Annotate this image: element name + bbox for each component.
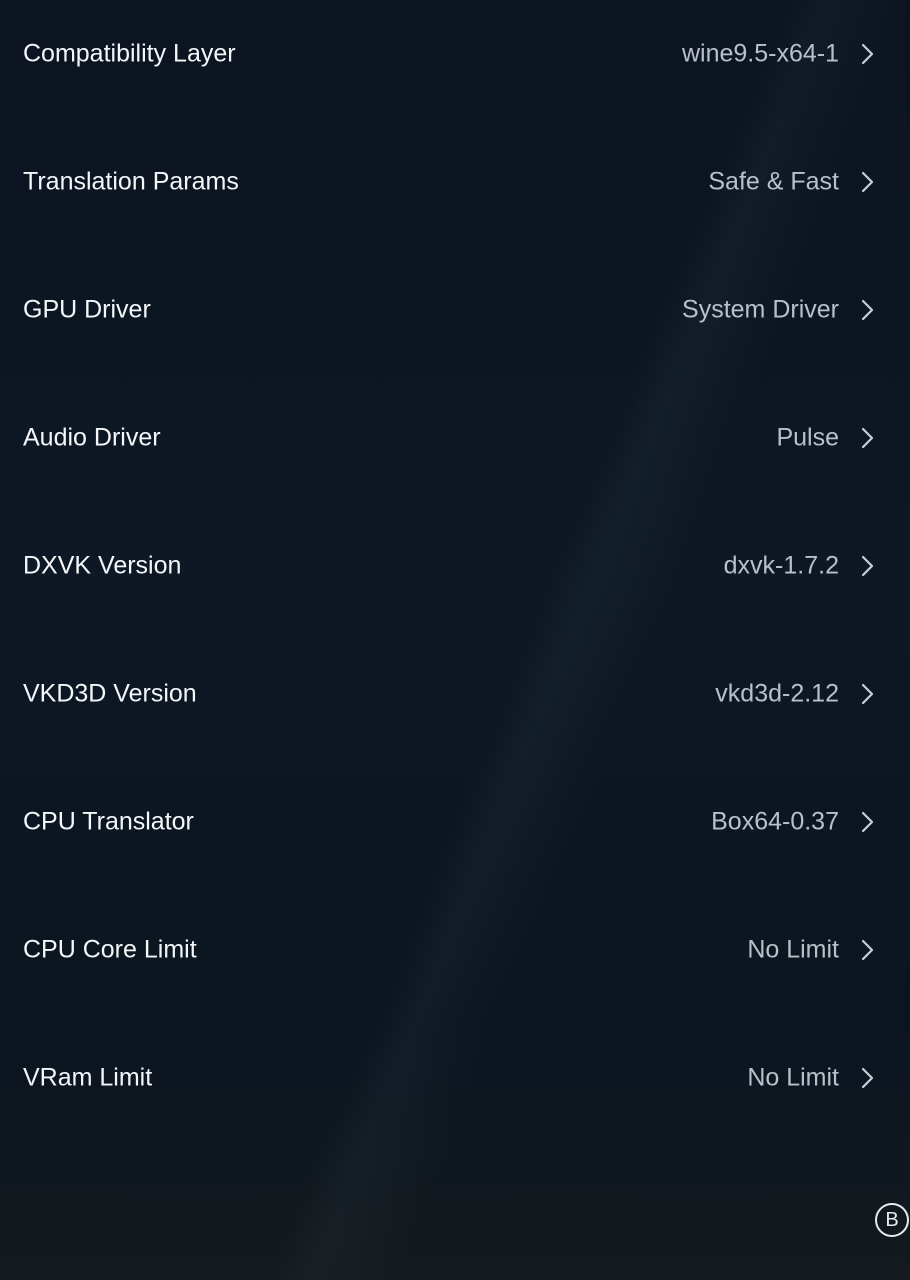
- chevron-right-icon: [861, 555, 874, 577]
- setting-label: GPU Driver: [23, 295, 151, 324]
- setting-value: wine9.5-x64-1: [681, 39, 839, 68]
- chevron-right-icon: [861, 299, 874, 321]
- setting-vram-limit[interactable]: VRam Limit No Limit: [0, 1024, 910, 1152]
- setting-gpu-driver[interactable]: GPU Driver System Driver: [0, 256, 910, 384]
- setting-value: Pulse: [776, 423, 839, 452]
- setting-value: System Driver: [682, 295, 839, 324]
- settings-list: Compatibility Layer wine9.5-x64-1 Transl…: [0, 0, 910, 1152]
- chevron-right-icon: [861, 939, 874, 961]
- b-button[interactable]: B: [875, 1203, 909, 1237]
- setting-label: Audio Driver: [23, 423, 161, 452]
- chevron-right-icon: [861, 171, 874, 193]
- chevron-right-icon: [861, 427, 874, 449]
- setting-label: DXVK Version: [23, 551, 182, 580]
- setting-value: vkd3d-2.12: [715, 679, 839, 708]
- setting-value: No Limit: [747, 935, 839, 964]
- setting-value: Safe & Fast: [708, 167, 839, 196]
- setting-label: CPU Translator: [23, 807, 194, 836]
- setting-value: dxvk-1.7.2: [723, 551, 839, 580]
- setting-vkd3d-version[interactable]: VKD3D Version vkd3d-2.12: [0, 640, 910, 768]
- setting-translation-params[interactable]: Translation Params Safe & Fast: [0, 128, 910, 256]
- setting-label: VRam Limit: [23, 1063, 153, 1092]
- chevron-right-icon: [861, 43, 874, 65]
- chevron-right-icon: [861, 811, 874, 833]
- setting-value: No Limit: [747, 1063, 839, 1092]
- setting-label: Compatibility Layer: [23, 39, 236, 68]
- setting-label: VKD3D Version: [23, 679, 197, 708]
- setting-audio-driver[interactable]: Audio Driver Pulse: [0, 384, 910, 512]
- chevron-right-icon: [861, 1067, 874, 1089]
- setting-compatibility-layer[interactable]: Compatibility Layer wine9.5-x64-1: [0, 0, 910, 128]
- setting-cpu-core-limit[interactable]: CPU Core Limit No Limit: [0, 896, 910, 1024]
- setting-cpu-translator[interactable]: CPU Translator Box64-0.37: [0, 768, 910, 896]
- b-button-label: B: [885, 1208, 899, 1231]
- setting-label: CPU Core Limit: [23, 935, 197, 964]
- setting-dxvk-version[interactable]: DXVK Version dxvk-1.7.2: [0, 512, 910, 640]
- setting-label: Translation Params: [23, 167, 239, 196]
- chevron-right-icon: [861, 683, 874, 705]
- setting-value: Box64-0.37: [711, 807, 839, 836]
